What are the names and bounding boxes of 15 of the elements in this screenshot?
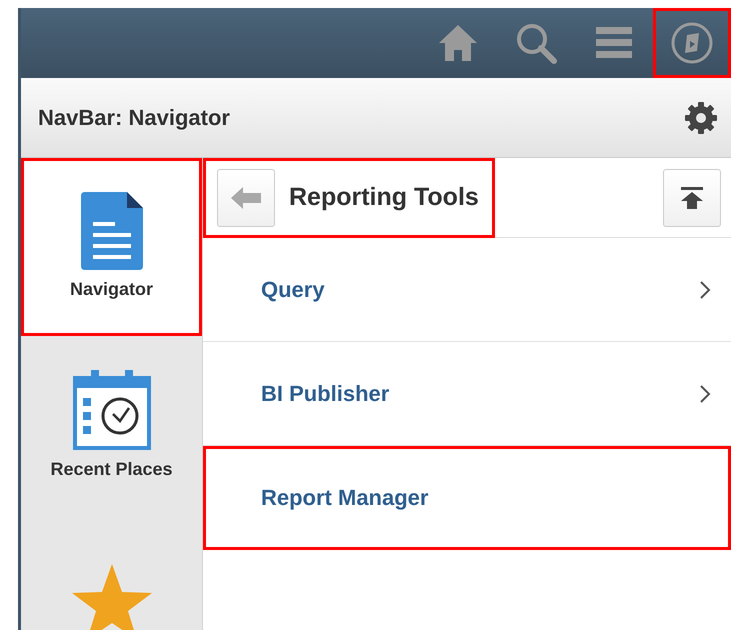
top-button[interactable] [663, 168, 721, 226]
back-button[interactable] [217, 168, 275, 226]
compass-icon[interactable] [653, 8, 731, 78]
move-to-top-icon [680, 186, 704, 208]
menu-item[interactable]: Report Manager [203, 446, 731, 550]
sidebar-item[interactable]: Navigator [21, 158, 202, 336]
document-icon [80, 192, 142, 270]
chevron-icon [699, 280, 711, 300]
star-icon [72, 564, 152, 630]
panel-title: NavBar: Navigator [38, 104, 230, 132]
sidebar-item[interactable]: Recent Places [21, 336, 202, 514]
folder-title: Reporting Tools [289, 182, 479, 213]
chevron-icon [699, 384, 711, 404]
back-arrow-icon [231, 186, 261, 208]
calendar-clock-icon [72, 368, 150, 450]
